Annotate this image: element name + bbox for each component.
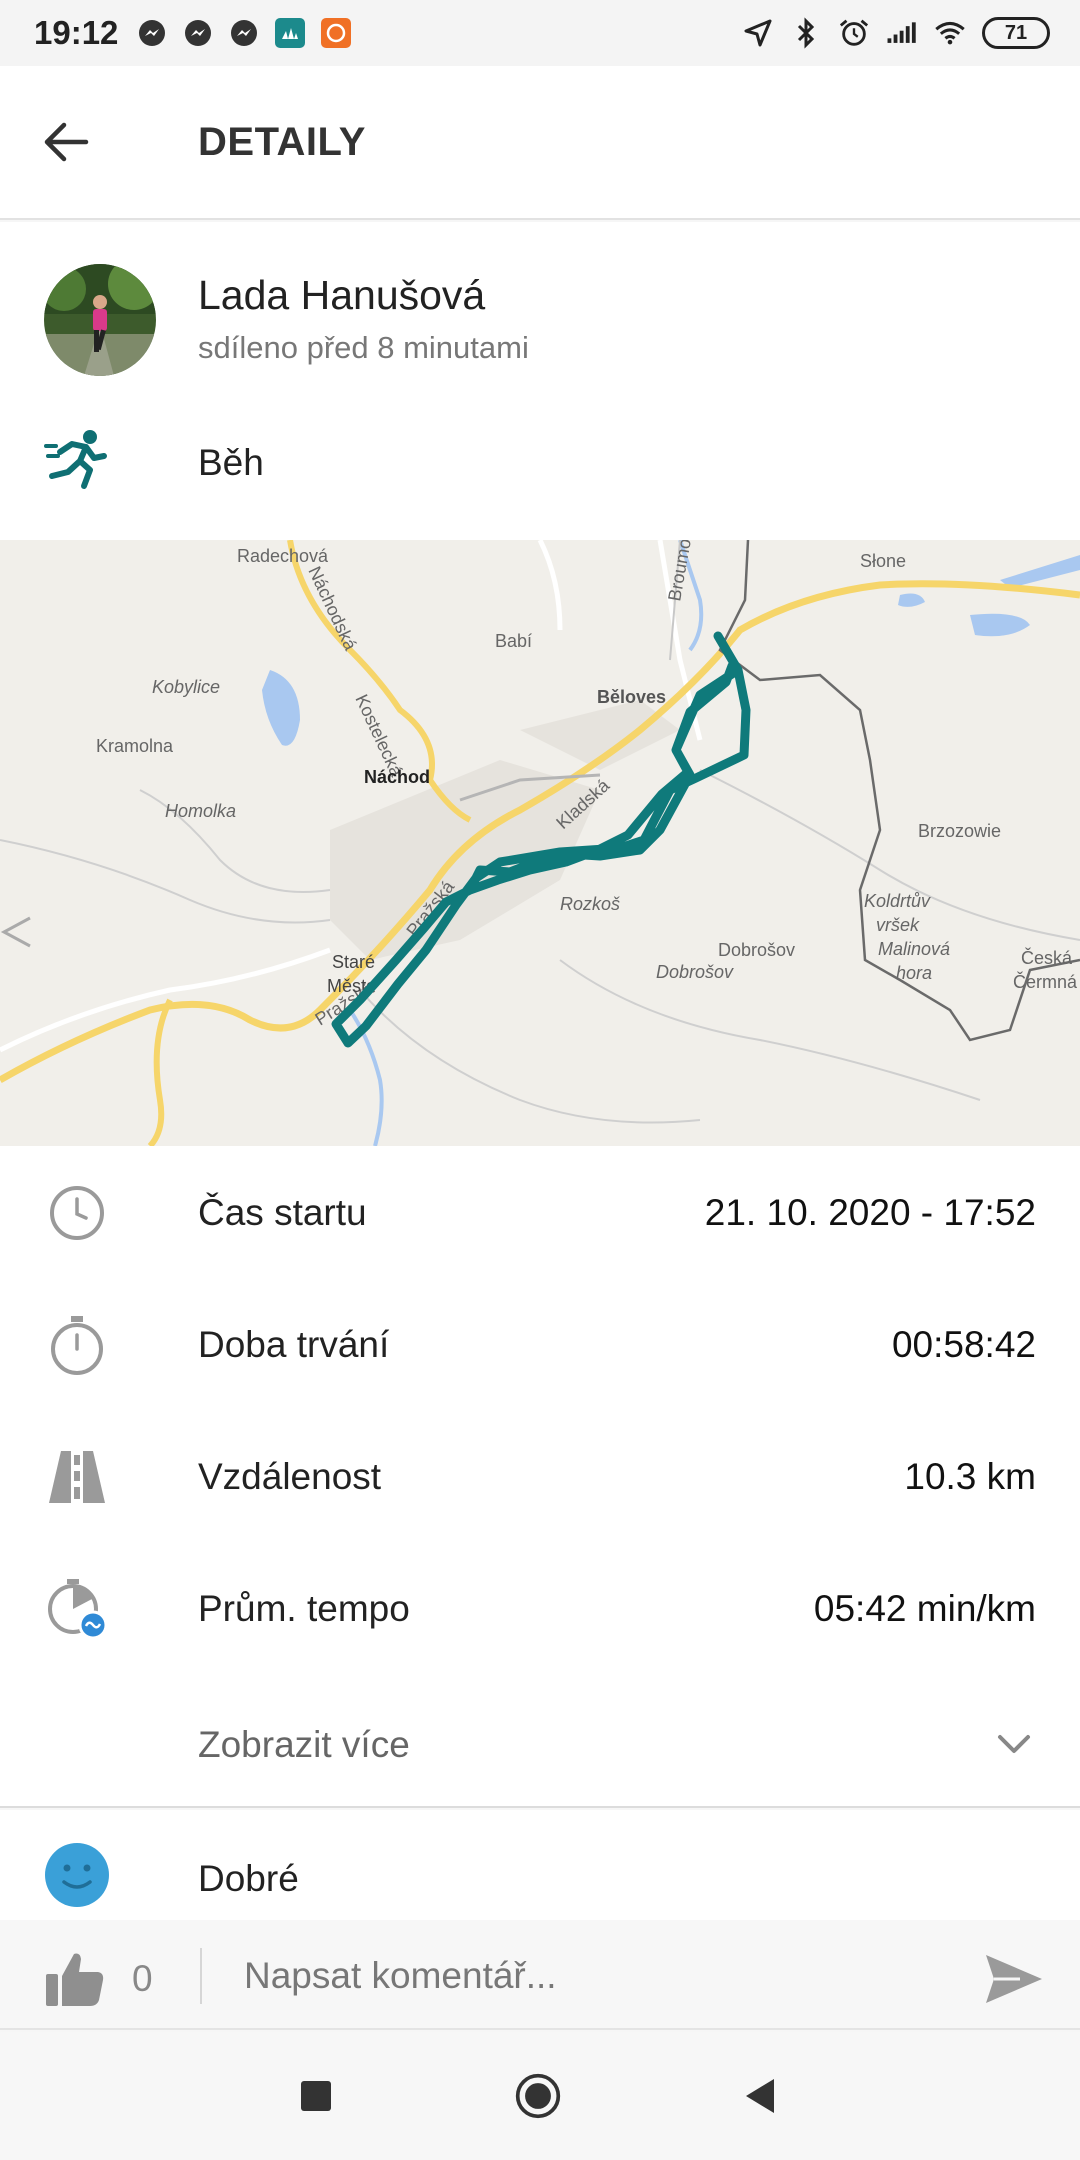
activity-type: Běh [198,442,264,483]
map-label: Běloves [597,687,666,707]
detail-value: 21. 10. 2020 - 17:52 [704,1192,1036,1233]
recents-icon[interactable] [292,2072,340,2120]
battery-icon: 71 [982,17,1050,49]
comment-bar: 0 [0,1920,1080,2030]
user-name[interactable]: Lada Hanušová [198,272,485,319]
system-icons: 71 [742,17,1050,49]
map-label: Homolka [165,801,236,821]
bluetooth-icon [790,17,822,49]
activity-header: Lada Hanušová sdíleno před 8 minutami Bě… [0,222,1080,540]
thumbs-up-icon[interactable] [44,1950,106,2008]
app-bar: DETAILY [0,66,1080,220]
map-label: Koldrtův [864,891,931,911]
comment-input[interactable] [244,1946,944,2006]
map-label: Kobylice [152,677,220,697]
map-label: Dobrošov [718,940,795,960]
detail-row-distance: Vzdálenost 10.3 km [0,1410,1080,1542]
signal-icon [886,17,918,49]
detail-row-start-time: Čas startu 21. 10. 2020 - 17:52 [0,1146,1080,1278]
avatar[interactable] [44,264,156,376]
detail-value: 10.3 km [904,1456,1036,1497]
detail-value: 00:58:42 [891,1324,1036,1365]
mood-label: Dobré [198,1858,299,1899]
adidas-app-icon [274,17,306,49]
home-icon[interactable] [514,2072,562,2120]
road-icon [44,1446,110,1508]
stopwatch-icon [44,1314,110,1376]
map-label: Česká [1021,947,1073,968]
send-icon[interactable] [984,1952,1044,2006]
map-label: Kramolna [96,736,174,756]
detail-label: Doba trvání [198,1324,390,1365]
detail-label: Čas startu [198,1192,367,1233]
shared-time: sdíleno před 8 minutami [198,330,529,365]
wifi-icon [934,17,966,49]
map-label: Rozkoš [560,894,620,914]
route-map[interactable]: Radechová Náchodská Babí Broumo Słone Ko… [0,540,1080,1146]
map-label: Brzozowie [918,821,1001,841]
map-label: hora [896,963,932,983]
running-icon [44,428,110,490]
map-label: Čermná [1013,971,1078,992]
detail-row-duration: Doba trvání 00:58:42 [0,1278,1080,1410]
notification-icons [136,17,352,49]
map-label: Malinová [878,939,950,959]
mood-section: Dobré [0,1810,1080,1920]
smiley-icon [44,1842,110,1908]
like-count: 0 [132,1958,153,1999]
detail-row-pace: Prům. tempo 05:42 min/km [0,1542,1080,1674]
messenger-icon [228,17,260,49]
back-nav-icon[interactable] [736,2072,784,2120]
messenger-icon [182,17,214,49]
map-label: Staré [332,952,375,972]
map-label: vršek [876,915,920,935]
status-time: 19:12 [34,14,119,51]
detail-value: 05:42 min/km [813,1588,1036,1629]
location-icon [742,17,774,49]
map-label: Słone [860,551,906,571]
system-nav-bar [0,2032,1080,2160]
mi-app-icon [320,17,352,49]
chevron-down-icon[interactable] [992,1722,1036,1766]
status-bar: 19:12 71 [0,0,1080,66]
map-label: Náchod [364,767,430,787]
activity-details: Čas startu 21. 10. 2020 - 17:52 Doba trv… [0,1146,1080,1808]
alarm-icon [838,17,870,49]
map-label: Babí [495,631,532,651]
back-arrow-icon[interactable] [36,112,96,172]
messenger-icon [136,17,168,49]
page-title: DETAILY [198,120,366,164]
show-more-button[interactable]: Zobrazit více [198,1724,410,1766]
map-label: Dobrošov [656,962,734,982]
detail-label: Prům. tempo [198,1588,410,1629]
pace-icon [44,1578,110,1640]
detail-label: Vzdálenost [198,1456,382,1497]
clock-icon [44,1182,110,1244]
divider [200,1948,202,2004]
map-label: Radechová [237,546,329,566]
